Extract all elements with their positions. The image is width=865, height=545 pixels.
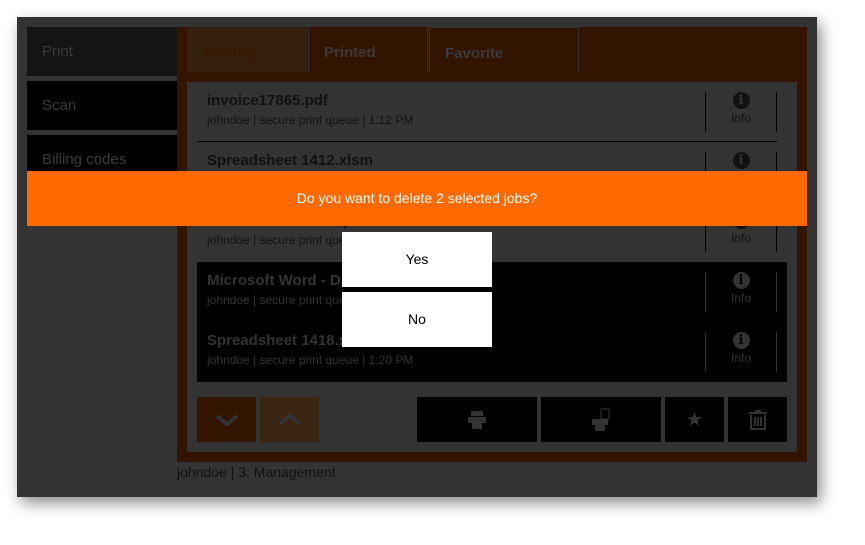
job-subtitle: johndoe | secure print queue | 1:12 PM (207, 113, 414, 127)
print-and-keep-button[interactable] (541, 397, 661, 442)
job-frame: Waiting Printed Favorite invoice17865.pd… (177, 27, 807, 462)
info-icon: i (732, 152, 750, 169)
yes-button[interactable]: Yes (342, 232, 492, 287)
info-button[interactable]: i Info (705, 272, 777, 312)
job-subtitle: johndoe | secure print queue | 1:20 PM (207, 353, 414, 367)
sidebar-label: Print (42, 43, 73, 60)
chevron-down-icon (215, 413, 238, 427)
sidebar-item-scan[interactable]: Scan (27, 81, 177, 130)
job-subtitle: johndoe | secure print queue (207, 293, 359, 307)
info-icon: i (732, 92, 750, 109)
job-row[interactable]: invoice17865.pdf johndoe | secure print … (197, 82, 777, 142)
info-icon: i (732, 332, 750, 349)
job-row[interactable]: Spreadsheet 1418.xlsm johndoe | secure p… (197, 322, 787, 382)
info-button[interactable]: i Info (705, 92, 777, 132)
trash-icon (748, 409, 767, 430)
sidebar-label: Scan (42, 97, 77, 114)
info-button[interactable]: i Info (705, 332, 777, 372)
job-title: Spreadsheet 1412.xlsm (207, 152, 373, 169)
job-subtitle: johndoe | secure print queue (207, 233, 359, 247)
job-row[interactable]: Microsoft Word - Document johndoe | secu… (197, 262, 787, 322)
delete-confirmation-message: Do you want to delete 2 selected jobs? (27, 171, 807, 226)
footer-status: johndoe | 3: Management (177, 464, 336, 480)
tab-printed[interactable]: Printed (308, 27, 428, 72)
scroll-down-button[interactable] (197, 397, 256, 442)
print-icon (468, 410, 486, 429)
scroll-up-button[interactable] (260, 397, 319, 442)
print-button[interactable] (417, 397, 537, 442)
info-label: Info (730, 291, 751, 305)
tab-waiting[interactable]: Waiting (187, 27, 307, 72)
delete-button[interactable] (728, 397, 787, 442)
job-title: invoice17865.pdf (207, 92, 328, 109)
job-list-panel: invoice17865.pdf johndoe | secure print … (187, 82, 797, 452)
print-copy-icon (592, 408, 610, 431)
info-label: Info (730, 111, 751, 125)
no-button[interactable]: No (342, 292, 492, 347)
info-label: Info (730, 231, 751, 245)
star-icon: ★ (685, 409, 704, 431)
sidebar-label: Billing codes (42, 151, 127, 168)
chevron-up-icon (278, 412, 301, 426)
info-icon: i (732, 272, 750, 289)
info-label: Info (730, 351, 751, 365)
favorite-button[interactable]: ★ (665, 397, 724, 442)
terminal-screen: Print Scan Billing codes Waiting Printed… (17, 17, 817, 497)
sidebar-item-print[interactable]: Print (27, 27, 177, 76)
tab-favorite[interactable]: Favorite (429, 27, 579, 72)
